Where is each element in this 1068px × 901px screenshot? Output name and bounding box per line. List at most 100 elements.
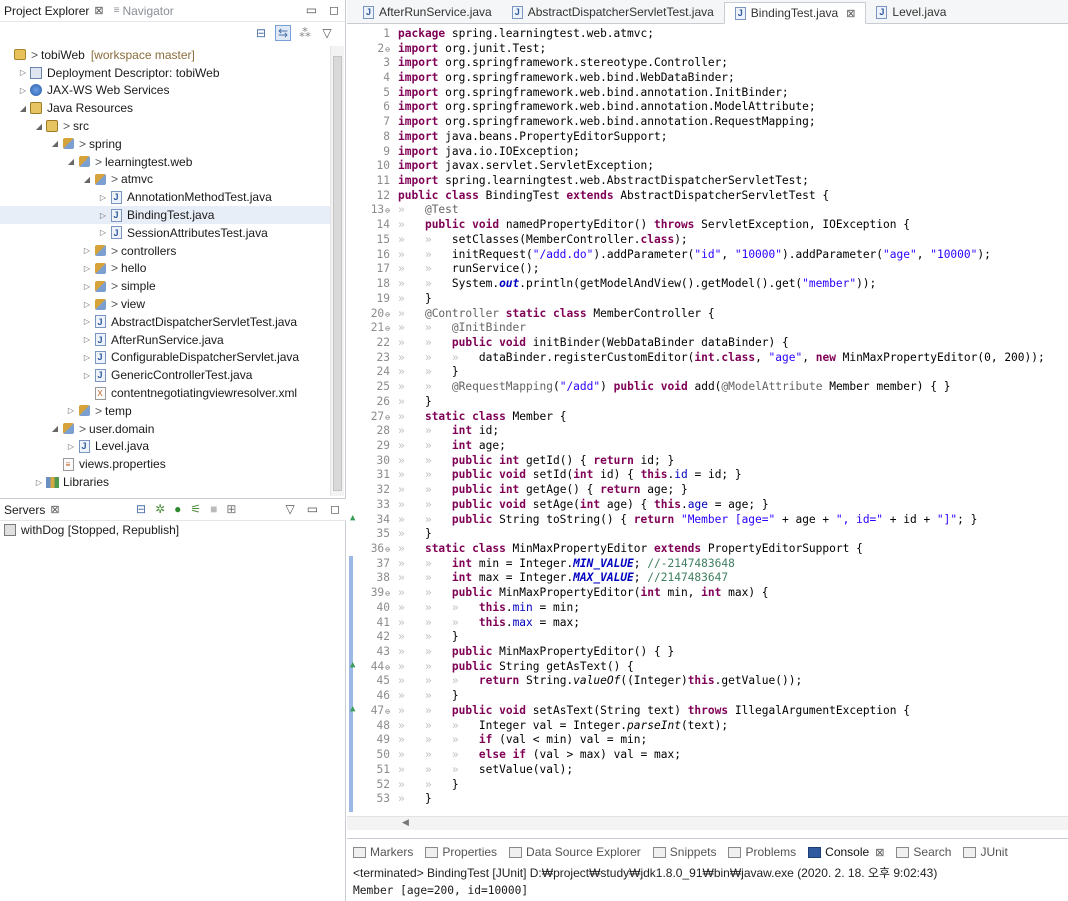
code-line[interactable]: 51 » » » setValue(val); <box>347 762 1068 777</box>
fold-toggle-icon[interactable]: ⊖ <box>385 45 390 54</box>
code-line[interactable]: 24 » » } <box>347 365 1068 380</box>
fold-toggle-icon[interactable]: ⊖ <box>385 413 390 422</box>
code-line[interactable]: 33 » » public void setAge(int age) { this… <box>347 497 1068 512</box>
code-line[interactable]: 42 » » } <box>347 629 1068 644</box>
fold-toggle-icon[interactable]: ⊖ <box>385 545 390 554</box>
collapsed-arrow-icon[interactable]: ▷ <box>34 478 44 487</box>
maximize-icon[interactable]: ◻ <box>330 502 340 516</box>
tree-item[interactable]: ▷ J AfterRunService.java <box>0 331 330 349</box>
collapsed-arrow-icon[interactable]: ▷ <box>82 282 92 291</box>
code-line[interactable]: 43 » » public MinMaxPropertyEditor() { } <box>347 644 1068 659</box>
collapsed-arrow-icon[interactable]: ▷ <box>18 68 28 77</box>
tree-item[interactable]: ▷ > hello <box>0 260 330 278</box>
code-line[interactable]: 29 » » int age; <box>347 438 1068 453</box>
code-line[interactable]: 19 » } <box>347 291 1068 306</box>
close-icon[interactable]: ⊠ <box>846 7 855 20</box>
code-line[interactable]: 32 » » public int getAge() { return age; … <box>347 482 1068 497</box>
start-server-icon[interactable]: ● <box>174 502 181 516</box>
close-icon[interactable]: ⊠ <box>94 4 103 17</box>
collapsed-arrow-icon[interactable]: ▷ <box>82 335 92 344</box>
scroll-left-icon[interactable]: ◀ <box>402 817 409 828</box>
server-item[interactable]: withDog [Stopped, Republish] <box>0 521 346 539</box>
code-line[interactable]: ▲ 44⊖ » » public String getAsText() { <box>347 659 1068 674</box>
view-menu-icon[interactable]: ▽ <box>319 25 335 41</box>
debug-icon[interactable]: ✲ <box>155 502 165 516</box>
tree-item[interactable]: ▷ J SessionAttributesTest.java <box>0 224 330 242</box>
code-line[interactable]: 18 » » System.out.println(getModelAndView… <box>347 276 1068 291</box>
console-tab[interactable]: Markers <box>353 845 413 859</box>
collapsed-arrow-icon[interactable]: ▷ <box>98 211 108 220</box>
code-line[interactable]: ▲ 34 » » public String toString() { return… <box>347 512 1068 527</box>
override-marker-icon[interactable]: ▲ <box>350 704 355 714</box>
tab-project-explorer[interactable]: Project Explorer ⊠ <box>4 4 104 18</box>
tree-item[interactable]: ▷ > view <box>0 295 330 313</box>
collapsed-arrow-icon[interactable]: ▷ <box>98 228 108 237</box>
code-line[interactable]: 7 import org.springframework.web.bind.ann… <box>347 114 1068 129</box>
collapsed-arrow-icon[interactable]: ▷ <box>82 371 92 380</box>
collapsed-arrow-icon[interactable]: ▷ <box>82 353 92 362</box>
code-line[interactable]: 12 public class BindingTest extends Abstr… <box>347 188 1068 203</box>
fold-toggle-icon[interactable]: ⊖ <box>385 663 390 672</box>
link-with-editor-icon[interactable]: ⇆ <box>275 25 291 41</box>
code-line[interactable]: 10 import javax.servlet.ServletException; <box>347 158 1068 173</box>
console-tab[interactable]: Search <box>896 845 951 859</box>
expanded-arrow-icon[interactable]: ◢ <box>50 139 60 148</box>
code-line[interactable]: 52 » » } <box>347 777 1068 792</box>
code-line[interactable]: 6 import org.springframework.web.bind.ann… <box>347 100 1068 115</box>
expanded-arrow-icon[interactable]: ◢ <box>66 157 76 166</box>
console-tab[interactable]: JUnit <box>963 845 1008 859</box>
tree-item[interactable]: ▷ Libraries <box>0 473 330 491</box>
console-tab[interactable]: Properties <box>425 845 497 859</box>
collapsed-arrow-icon[interactable]: ▷ <box>82 246 92 255</box>
code-line[interactable]: 4 import org.springframework.web.bind.Web… <box>347 70 1068 85</box>
collapsed-arrow-icon[interactable]: ▷ <box>82 317 92 326</box>
fold-toggle-icon[interactable]: ⊖ <box>385 589 390 598</box>
code-line[interactable]: 38 » » int max = Integer.MAX_VALUE; //214… <box>347 571 1068 586</box>
code-line[interactable]: 30 » » public int getId() { return id; } <box>347 453 1068 468</box>
code-line[interactable]: 39⊖» » public MinMaxPropertyEditor(int m… <box>347 585 1068 600</box>
close-icon[interactable]: ⊠ <box>50 503 59 516</box>
collapsed-arrow-icon[interactable]: ▷ <box>18 86 28 95</box>
collapsed-arrow-icon[interactable]: ▷ <box>66 442 76 451</box>
code-line[interactable]: 46 » » } <box>347 688 1068 703</box>
editor-tab[interactable]: J AbstractDispatcherServletTest.java <box>502 1 724 23</box>
code-line[interactable]: 26 » } <box>347 394 1068 409</box>
console-tab[interactable]: Data Source Explorer <box>509 845 641 859</box>
tree-item[interactable]: ▷ J BindingTest.java <box>0 206 330 224</box>
tree-item[interactable]: ▷ J AnnotationMethodTest.java <box>0 188 330 206</box>
code-line[interactable]: 3 import org.springframework.stereotype.C… <box>347 55 1068 70</box>
tree-item[interactable]: ▷ > temp <box>0 402 330 420</box>
editor-horizontal-scrollbar[interactable]: ◀ <box>347 816 1068 830</box>
code-line[interactable]: 50 » » » else if (val > max) val = max; <box>347 747 1068 762</box>
collapsed-arrow-icon[interactable]: ▷ <box>66 406 76 415</box>
view-menu-icon[interactable]: ▽ <box>285 502 294 516</box>
code-line[interactable]: 21⊖» » @InitBinder <box>347 320 1068 335</box>
minimize-icon[interactable]: ▭ <box>306 3 317 17</box>
close-icon[interactable]: ⊠ <box>875 846 884 859</box>
code-line[interactable]: 14 » public void namedPropertyEditor() th… <box>347 217 1068 232</box>
code-line[interactable]: 41 » » » this.max = max; <box>347 615 1068 630</box>
code-line[interactable]: 25 » » @RequestMapping("/add") public voi… <box>347 379 1068 394</box>
tree-item[interactable]: ▷ J AbstractDispatcherServletTest.java <box>0 313 330 331</box>
code-line[interactable]: 23 » » » dataBinder.registerCustomEditor(… <box>347 350 1068 365</box>
code-line[interactable]: 15 » » setClasses(MemberController.class)… <box>347 232 1068 247</box>
tree-item[interactable]: ▷ JAX-WS Web Services <box>0 82 330 100</box>
code-line[interactable]: 49 » » » if (val < min) val = min; <box>347 733 1068 748</box>
code-line[interactable]: ▲ 47⊖ » » public void setAsText(String tex… <box>347 703 1068 718</box>
expanded-arrow-icon[interactable]: ◢ <box>18 104 28 113</box>
code-line[interactable]: 37 » » int min = Integer.MIN_VALUE; //-21… <box>347 556 1068 571</box>
collapsed-arrow-icon[interactable]: ▷ <box>82 264 92 273</box>
tab-navigator[interactable]: ≡ Navigator <box>114 4 174 18</box>
tree-item[interactable]: ▷ > simple <box>0 277 330 295</box>
tree-item[interactable]: > tobiWeb [workspace master] <box>0 46 330 64</box>
code-line[interactable]: 40 » » » this.min = min; <box>347 600 1068 615</box>
tree-item[interactable]: ▷ Deployment Descriptor: tobiWeb <box>0 64 330 82</box>
collapsed-arrow-icon[interactable]: ▷ <box>98 193 108 202</box>
code-line[interactable]: 31 » » public void setId(int id) { this.i… <box>347 468 1068 483</box>
code-line[interactable]: 11 import spring.learningtest.web.Abstrac… <box>347 173 1068 188</box>
focus-icon[interactable]: ⁂ <box>297 25 313 41</box>
code-line[interactable]: 27⊖» static class Member { <box>347 409 1068 424</box>
tree-scrollbar[interactable] <box>330 46 344 496</box>
override-marker-icon[interactable]: ▲ <box>350 513 355 523</box>
minimize-icon[interactable]: ▭ <box>307 502 318 516</box>
